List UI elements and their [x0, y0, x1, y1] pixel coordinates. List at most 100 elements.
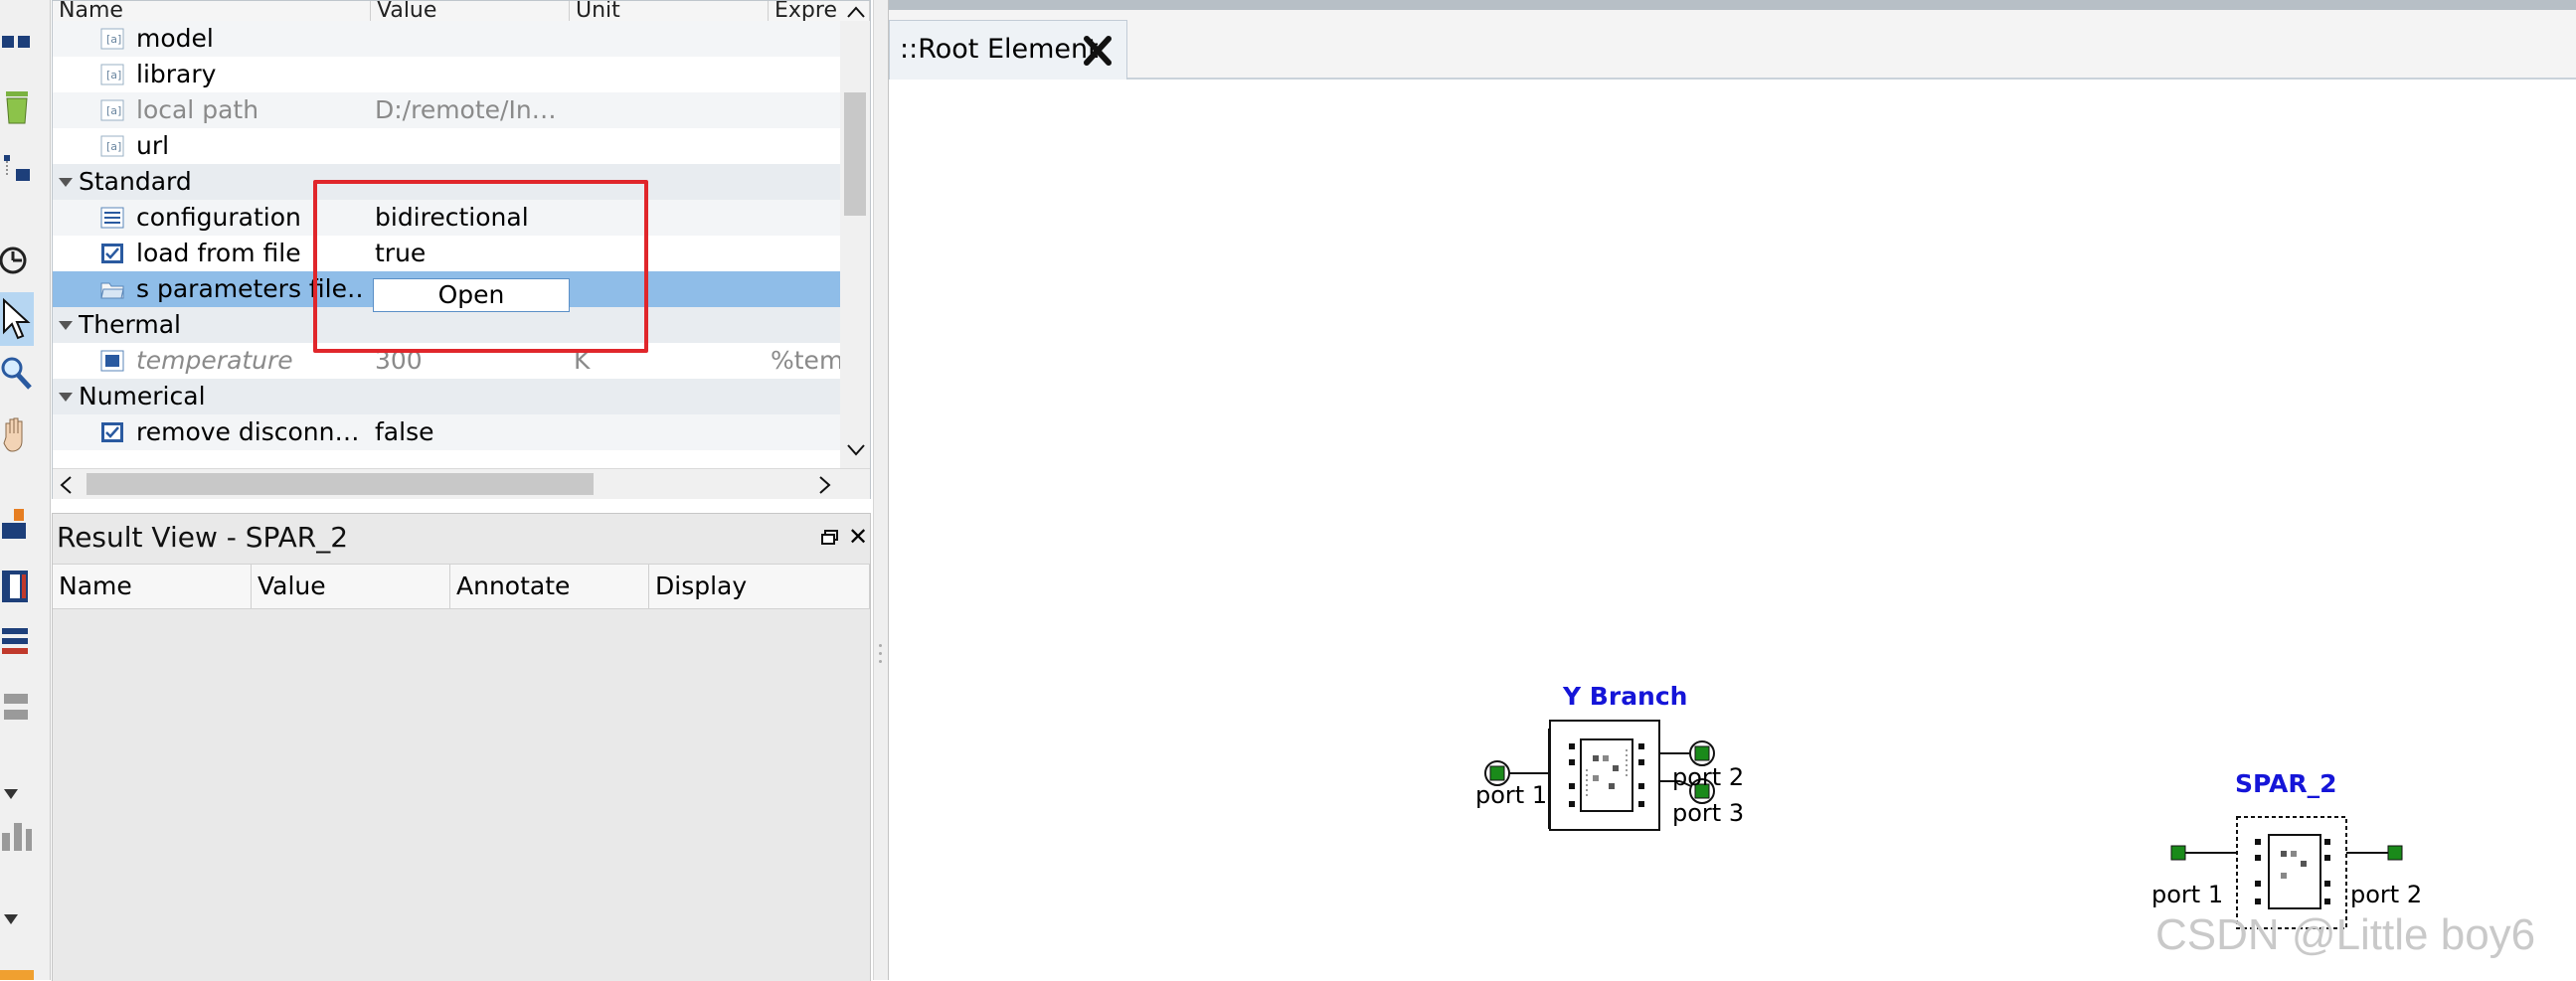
property-name: remove disconn… [136, 417, 360, 446]
close-tab-icon[interactable] [1081, 35, 1115, 67]
property-row[interactable]: [a] local path D:/remote/In… [53, 92, 840, 128]
highlight-annotation-box [313, 180, 648, 353]
property-value[interactable] [375, 128, 564, 164]
splitter-grip [879, 644, 882, 647]
section-label: Thermal [79, 310, 181, 339]
vertical-scrollbar[interactable] [840, 6, 870, 470]
float-window-icon[interactable] [821, 530, 838, 545]
expand-triangle-icon[interactable] [59, 321, 73, 330]
property-expression[interactable] [771, 57, 840, 92]
hand-icon[interactable] [0, 413, 34, 453]
scroll-down-arrow-icon[interactable] [846, 442, 866, 458]
scroll-left-arrow-icon[interactable] [59, 475, 75, 495]
column-header-display[interactable]: Display [649, 565, 870, 608]
result-table-header: Name Value Annotate Display [53, 564, 870, 609]
tool-item-partial[interactable] [0, 970, 34, 980]
text-icon: [a] [100, 135, 124, 157]
close-panel-icon[interactable]: ✕ [848, 525, 868, 549]
splitter-grip [879, 660, 882, 663]
horizontal-scroll-thumb[interactable] [86, 473, 594, 495]
y-branch-port-2-label: port 2 [1672, 763, 1745, 791]
rotate-icon[interactable] [0, 505, 34, 545]
property-row[interactable]: [a] model [53, 21, 840, 57]
spar-2-port-1-label: port 1 [2151, 881, 2224, 908]
editor-top-bar [889, 0, 2576, 10]
property-section-numerical[interactable]: Numerical [53, 379, 840, 414]
result-view-panel: Result View - SPAR_2 ✕ Name Value Annota… [52, 513, 871, 981]
y-branch-port-1-label: port 1 [1475, 781, 1548, 809]
editor-tab-strip: ::Root Element [889, 10, 2576, 80]
property-unit [574, 128, 763, 164]
component-name-spar-2: SPAR_2 [2235, 769, 2337, 798]
expand-triangle-icon[interactable] [59, 393, 73, 402]
clock-icon[interactable] [0, 241, 34, 280]
section-label: Numerical [79, 382, 206, 410]
text-icon: [a] [100, 99, 124, 121]
property-name: url [136, 131, 170, 160]
layout-icon[interactable] [0, 22, 34, 62]
column-header-unit[interactable]: Unit [570, 1, 769, 21]
property-row[interactable]: remove disconn… false [53, 414, 840, 450]
property-expression[interactable] [771, 236, 840, 271]
chart-icon[interactable] [0, 815, 34, 855]
chevron-down-icon[interactable] [0, 900, 34, 940]
tab-label: ::Root Element [900, 34, 1099, 65]
square-icon [100, 350, 124, 372]
grid-icon[interactable] [0, 147, 34, 187]
property-table-header: Name Value Unit Expre [53, 1, 870, 22]
y-branch-symbol-icon [1549, 720, 1660, 831]
svg-text:[a]: [a] [106, 33, 121, 46]
column-header-annotate[interactable]: Annotate [450, 565, 649, 608]
horizontal-scrollbar[interactable] [53, 468, 870, 499]
property-value[interactable]: D:/remote/In… [375, 92, 564, 128]
list-icon [100, 207, 124, 229]
trash-icon[interactable] [0, 87, 34, 127]
property-expression[interactable] [771, 92, 840, 128]
property-name: model [136, 24, 214, 53]
watermark-text: CSDN @Little boy6 [2155, 910, 2536, 959]
tool-strip [0, 0, 51, 980]
property-expression[interactable] [771, 271, 840, 307]
column-header-value[interactable]: Value [252, 565, 450, 608]
property-name: library [136, 60, 217, 88]
scroll-right-arrow-icon[interactable] [816, 475, 832, 495]
column-header-name[interactable]: Name [53, 565, 252, 608]
checkbox-icon [100, 243, 124, 264]
align-icon[interactable] [0, 622, 34, 662]
svg-text:[a]: [a] [106, 104, 121, 117]
vertical-scroll-thumb[interactable] [844, 92, 866, 216]
section-label: Standard [79, 167, 192, 196]
schematic-canvas[interactable]: Y Branch port 1 port 2 port 3 SPAR_2 por… [889, 80, 2576, 980]
property-row[interactable]: [a] url [53, 128, 840, 164]
property-value[interactable] [375, 57, 564, 92]
text-icon: [a] [100, 28, 124, 50]
scroll-up-arrow-icon[interactable] [846, 5, 866, 21]
property-expression[interactable] [771, 21, 840, 57]
property-unit [574, 92, 763, 128]
column-header-name[interactable]: Name [53, 1, 371, 21]
property-name: local path [136, 95, 259, 124]
panel-splitter[interactable] [873, 0, 889, 980]
y-branch-port-3-label: port 3 [1672, 799, 1745, 827]
property-expression[interactable] [771, 128, 840, 164]
property-expression[interactable] [771, 414, 840, 450]
property-expression[interactable]: %tem [771, 343, 840, 379]
zoom-icon[interactable] [0, 354, 34, 394]
film-icon[interactable] [0, 567, 34, 606]
stack-icon[interactable] [0, 688, 34, 728]
component-name-y-branch: Y Branch [1563, 682, 1688, 711]
pointer-icon[interactable] [0, 292, 34, 346]
expand-triangle-icon[interactable] [59, 178, 73, 187]
property-value[interactable]: false [375, 414, 564, 450]
column-header-value[interactable]: Value [371, 1, 570, 21]
splitter-grip [879, 652, 882, 655]
chevron-down-icon[interactable] [0, 775, 34, 815]
checkbox-icon [100, 421, 124, 443]
folder-icon [100, 278, 124, 300]
property-expression[interactable] [771, 200, 840, 236]
tab-root-element[interactable]: ::Root Element [889, 20, 1127, 80]
property-unit [574, 57, 763, 92]
property-value[interactable] [375, 21, 564, 57]
text-icon: [a] [100, 64, 124, 85]
property-row[interactable]: [a] library [53, 57, 840, 92]
